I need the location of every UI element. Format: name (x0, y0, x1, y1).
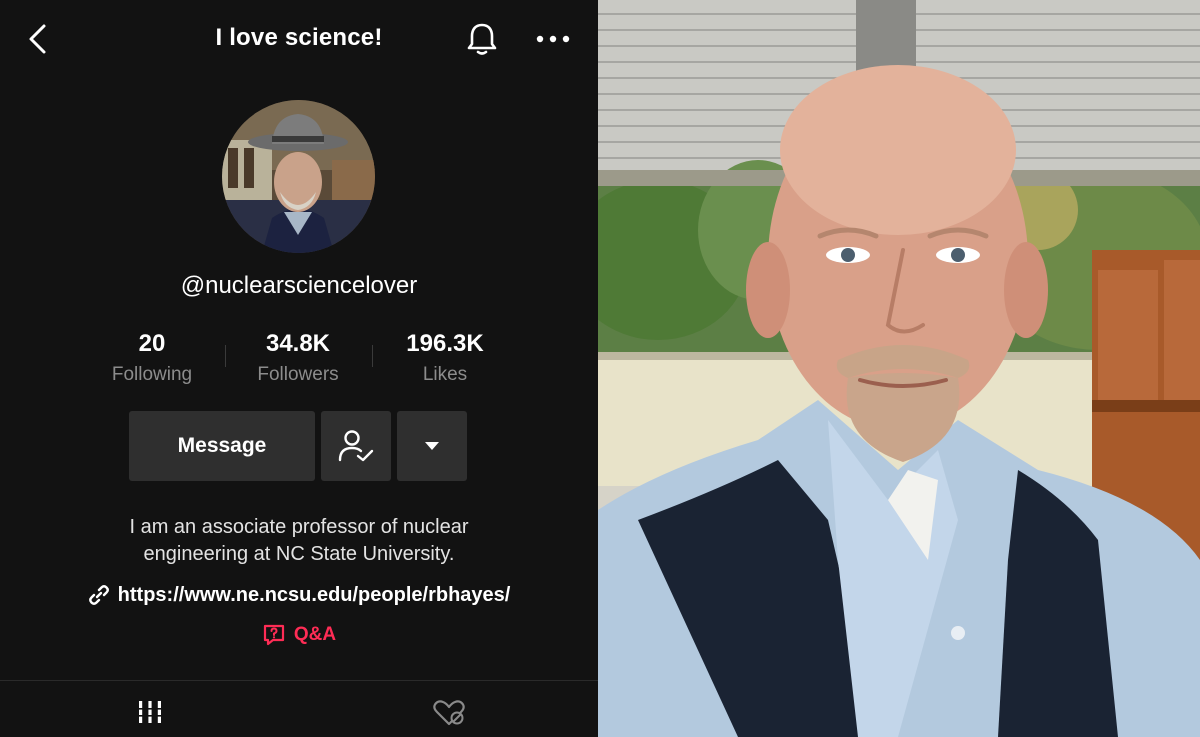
bell-icon (467, 23, 497, 55)
stat-divider (225, 345, 226, 367)
tiktok-profile-screen: I love science! @nuclearsciencelover 20 … (0, 0, 598, 737)
avatar[interactable] (222, 100, 375, 253)
back-button[interactable] (22, 22, 54, 56)
user-check-icon (338, 430, 374, 462)
tab-liked[interactable] (299, 681, 598, 737)
stat-followers-label: Followers (257, 364, 339, 385)
username: @nuclearsciencelover (180, 272, 418, 299)
bio-line: I am an associate professor of nuclear (129, 516, 469, 538)
suggested-accounts-dropdown[interactable] (397, 411, 467, 481)
stat-followers[interactable]: 34.8K Followers (228, 330, 368, 386)
chevron-left-icon (29, 24, 46, 54)
link-icon (88, 585, 109, 605)
bio-line: engineering at NC State University. (143, 543, 455, 565)
more-options-button[interactable] (534, 26, 572, 52)
grid-icon (138, 701, 161, 723)
top-bar: I love science! (0, 0, 598, 78)
profile-link-text: https://www.ne.ncsu.edu/people/rbhayes/ (117, 583, 511, 606)
notifications-button[interactable] (464, 20, 500, 58)
qa-button[interactable]: Q&A (0, 621, 598, 649)
stat-following-label: Following (111, 364, 193, 385)
following-status-button[interactable] (321, 411, 391, 481)
question-bubble-icon (263, 624, 284, 646)
heart-hidden-icon (432, 700, 465, 726)
stat-followers-value: 34.8K (265, 330, 331, 357)
page-title: I love science! (215, 24, 383, 51)
caret-down-icon (425, 442, 439, 450)
profile-link[interactable]: https://www.ne.ncsu.edu/people/rbhayes/ (0, 580, 598, 610)
stat-likes[interactable]: 196.3K Likes (375, 330, 515, 386)
stat-following[interactable]: 20 Following (82, 330, 222, 386)
selfie-photo (598, 0, 1200, 737)
stat-likes-label: Likes (422, 364, 468, 385)
profile-bio: I am an associate professor of nuclear e… (0, 514, 598, 568)
selfie-image (598, 0, 1200, 737)
content-tabs (0, 680, 598, 737)
stat-following-value: 20 (138, 330, 166, 357)
qa-label: Q&A (293, 624, 337, 645)
avatar-image (222, 100, 375, 253)
stat-likes-value: 196.3K (406, 330, 484, 357)
tab-videos[interactable] (0, 681, 299, 737)
message-button[interactable]: Message (129, 411, 315, 481)
stat-divider (372, 345, 373, 367)
profile-stats: 20 Following 34.8K Followers 196.3K Like… (0, 330, 598, 390)
more-horizontal-icon (536, 35, 570, 43)
